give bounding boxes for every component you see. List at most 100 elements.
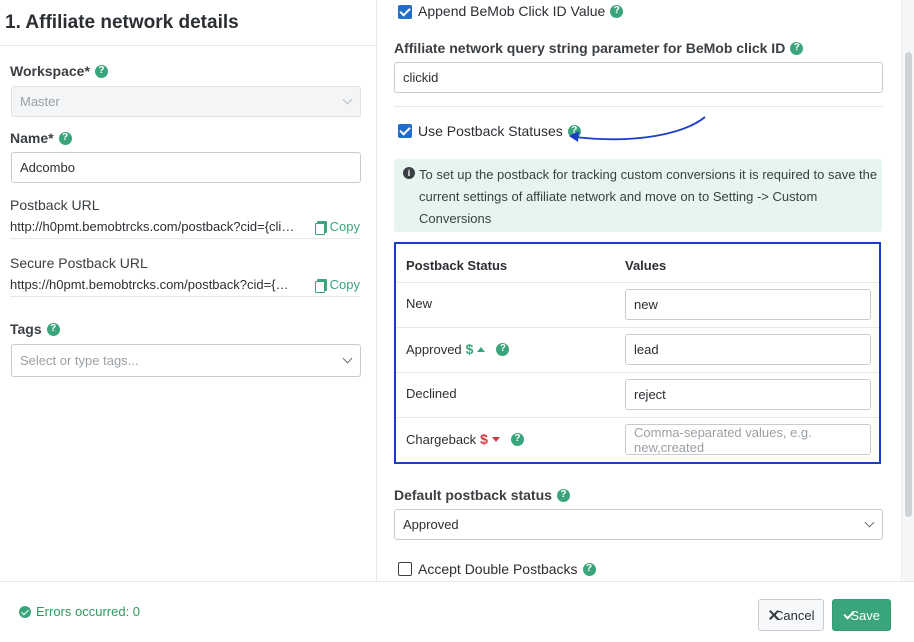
postback-url-label: Postback URL — [10, 197, 99, 213]
postback-url-label-text: Postback URL — [10, 197, 100, 213]
tags-label: Tags ? — [10, 321, 60, 337]
help-icon[interactable]: ? — [46, 322, 60, 336]
secure-postback-url-row: https://h0pmt.bemobtrcks.com/postback?ci… — [10, 273, 360, 297]
check-icon — [843, 610, 845, 620]
status-name: Approved $ ? — [406, 341, 510, 357]
use-postback-statuses-checkbox[interactable] — [398, 124, 412, 138]
help-icon[interactable]: ? — [790, 41, 804, 55]
name-input[interactable]: Adcombo — [11, 152, 361, 183]
copy-icon — [314, 220, 327, 235]
chevron-down-icon — [864, 517, 875, 528]
save-button[interactable]: Save — [832, 599, 891, 631]
workspace-label: Workspace* ? — [10, 63, 108, 79]
help-icon[interactable]: ? — [94, 64, 108, 78]
help-icon[interactable]: ? — [556, 488, 570, 502]
dollar-icon: $ — [480, 431, 488, 447]
use-postback-statuses-label: Use Postback Statuses ? — [418, 123, 581, 139]
query-param-label: Affiliate network query string parameter… — [394, 40, 804, 56]
query-param-input[interactable]: clickid — [394, 62, 883, 93]
chevron-down-icon — [342, 353, 353, 364]
accept-double-postbacks-text: Accept Double Postbacks — [418, 561, 578, 577]
status-name-text: Chargeback — [406, 431, 477, 447]
default-postback-status-label: Default postback status ? — [394, 487, 570, 503]
secure-postback-url-label-text: Secure Postback URL — [10, 255, 148, 271]
status-row-new: New new — [396, 282, 879, 327]
status-row-declined: Declined reject — [396, 372, 879, 417]
accept-double-postbacks-label: Accept Double Postbacks ? — [418, 561, 596, 577]
arrow-down-icon — [491, 436, 500, 442]
help-icon[interactable]: ? — [582, 562, 596, 576]
status-value-input[interactable]: new — [625, 289, 871, 320]
status-value-input[interactable]: Comma-separated values, e.g. new,created — [625, 424, 871, 455]
query-param-label-text: Affiliate network query string parameter… — [394, 40, 786, 56]
save-label: Save — [850, 607, 880, 623]
postback-settings-panel: Append BeMob Click ID Value ? Affiliate … — [378, 0, 900, 581]
check-circle-icon — [19, 605, 31, 618]
status-name-text: New — [406, 296, 433, 311]
status-name-text: Declined — [406, 386, 457, 401]
status-value-input[interactable]: reject — [625, 379, 871, 410]
name-value: Adcombo — [20, 160, 75, 175]
default-postback-status-value: Approved — [403, 517, 459, 532]
status-row-chargeback: Chargeback $ ? Comma-separated values, e… — [396, 417, 879, 462]
help-icon[interactable]: ? — [496, 342, 510, 356]
append-click-id-label: Append BeMob Click ID Value ? — [418, 3, 624, 19]
default-postback-status-text: Default postback status — [394, 487, 552, 503]
status-value-placeholder: Comma-separated values, e.g. new,created — [634, 424, 812, 455]
scrollbar-thumb[interactable] — [905, 52, 912, 517]
info-text: To set up the postback for tracking cust… — [419, 167, 878, 226]
postback-status-table: Postback Status Values New new Approved … — [394, 242, 881, 464]
errors-status: Errors occurred: 0 — [19, 604, 140, 619]
status-name-text: Approved — [406, 341, 462, 357]
accept-double-postbacks-checkbox[interactable] — [398, 562, 412, 576]
status-name: Chargeback $ ? — [406, 431, 524, 447]
tags-select[interactable]: Select or type tags... — [11, 344, 361, 377]
status-value: new — [634, 297, 658, 312]
info-box: i To set up the postback for tracking cu… — [394, 159, 882, 232]
divider — [394, 106, 883, 107]
workspace-label-text: Workspace* — [10, 63, 90, 79]
status-row-approved: Approved $ ? lead — [396, 327, 879, 372]
postback-url-value: http://h0pmt.bemobtrcks.com/postback?cid… — [10, 219, 295, 234]
append-click-id-text: Append BeMob Click ID Value — [418, 3, 606, 19]
status-value-input[interactable]: lead — [625, 334, 871, 365]
append-click-id-checkbox[interactable] — [398, 5, 412, 19]
footer: Errors occurred: 0 Cancel Save — [0, 581, 914, 642]
status-value: reject — [634, 387, 666, 402]
copy-label: Copy — [329, 219, 360, 234]
secure-postback-url-value: https://h0pmt.bemobtrcks.com/postback?ci… — [10, 277, 295, 292]
scrollbar[interactable] — [901, 0, 914, 581]
status-value: lead — [634, 342, 659, 357]
name-label: Name* ? — [10, 130, 72, 146]
cancel-button[interactable]: Cancel — [758, 599, 824, 631]
help-icon[interactable]: ? — [610, 4, 624, 18]
values-header: Values — [625, 258, 667, 273]
copy-postback-url-button[interactable]: Copy — [314, 219, 360, 235]
help-icon[interactable]: ? — [510, 432, 524, 446]
section-title: 1. Affiliate network details — [5, 12, 239, 33]
arrow-up-icon — [477, 346, 486, 352]
help-icon[interactable]: ? — [58, 131, 72, 145]
dollar-icon: $ — [465, 341, 474, 357]
copy-label: Copy — [329, 277, 360, 292]
tags-placeholder: Select or type tags... — [20, 353, 139, 368]
annotation-arrow — [569, 116, 706, 142]
postback-status-header: Postback Status — [406, 258, 508, 273]
chevron-down-icon — [342, 94, 353, 105]
default-postback-status-select[interactable]: Approved — [394, 509, 883, 540]
postback-url-row: http://h0pmt.bemobtrcks.com/postback?cid… — [10, 215, 360, 239]
secure-postback-url-label: Secure Postback URL — [10, 255, 148, 271]
status-name: New — [406, 296, 432, 311]
tags-label-text: Tags — [10, 321, 42, 337]
cancel-label: Cancel — [774, 607, 815, 623]
workspace-select[interactable]: Master — [11, 86, 361, 117]
use-postback-statuses-text: Use Postback Statuses — [418, 123, 563, 139]
query-param-value: clickid — [403, 70, 439, 85]
affiliate-details-panel: 1. Affiliate network details Workspace* … — [0, 0, 377, 581]
info-icon: i — [403, 167, 415, 179]
errors-text: Errors occurred: 0 — [36, 604, 141, 619]
status-name: Declined — [406, 386, 457, 401]
title-divider — [0, 45, 376, 46]
copy-icon — [314, 278, 327, 293]
copy-secure-postback-url-button[interactable]: Copy — [314, 277, 360, 293]
